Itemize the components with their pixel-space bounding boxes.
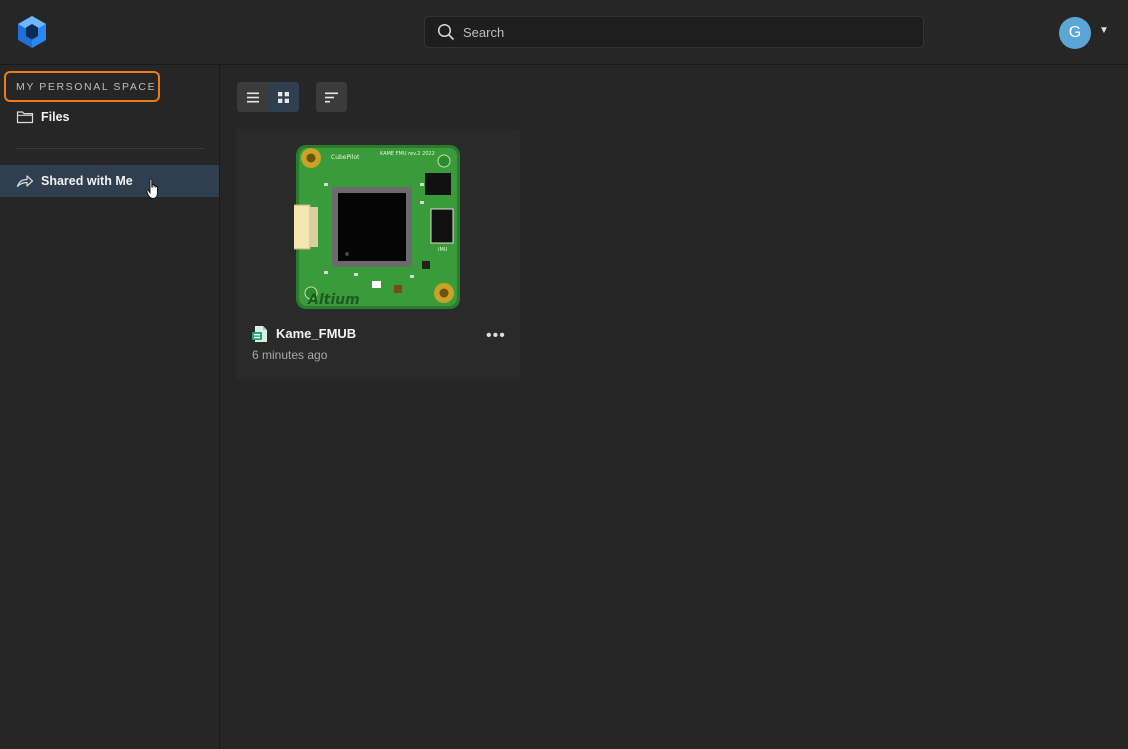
search-icon <box>437 23 455 41</box>
pcb-project-icon <box>252 326 267 342</box>
hand-pointer-cursor-icon <box>146 178 158 199</box>
share-arrow-icon <box>16 175 34 188</box>
sidebar-divider <box>16 148 204 149</box>
folder-icon <box>16 111 34 124</box>
sidebar-item-label: Files <box>41 110 70 124</box>
file-modified-time: 6 minutes ago <box>252 348 328 362</box>
section-label-my-personal-space: MY PERSONAL SPACE <box>4 71 160 102</box>
file-card[interactable]: CubePilot KAME FMU rev.2 2022 IMU Altium… <box>236 129 520 379</box>
sidebar-item-shared-with-me[interactable]: Shared with Me <box>0 165 219 197</box>
pcb-imu-label: IMU <box>438 247 448 253</box>
search-box[interactable] <box>424 16 924 48</box>
file-name[interactable]: Kame_FMUB <box>276 326 356 341</box>
sort-icon <box>325 92 338 102</box>
list-view-button[interactable] <box>237 82 268 112</box>
grid-view-button[interactable] <box>268 82 299 112</box>
avatar[interactable]: G <box>1059 17 1091 49</box>
more-options-icon[interactable]: ••• <box>486 327 506 345</box>
list-view-icon <box>246 92 259 102</box>
pcb-maker-text: CubePilot <box>331 154 360 161</box>
altium-365-logo-icon[interactable] <box>16 15 48 49</box>
grid-view-icon <box>278 91 289 103</box>
chevron-down-icon[interactable]: ▼ <box>1099 25 1109 36</box>
sort-button[interactable] <box>316 82 347 112</box>
pcb-board-thumbnail[interactable]: CubePilot KAME FMU rev.2 2022 IMU Altium <box>294 143 462 311</box>
search-input[interactable] <box>463 24 903 40</box>
pcb-brand-text: Altium <box>307 292 360 308</box>
sidebar-item-files[interactable]: Files <box>0 101 219 133</box>
sidebar-item-label: Shared with Me <box>41 174 133 188</box>
sidebar: MY PERSONAL SPACE Files Shared with Me <box>0 65 220 749</box>
pcb-board-title-text: KAME FMU rev.2 2022 <box>380 151 435 157</box>
top-bar: G ▼ <box>0 0 1128 65</box>
